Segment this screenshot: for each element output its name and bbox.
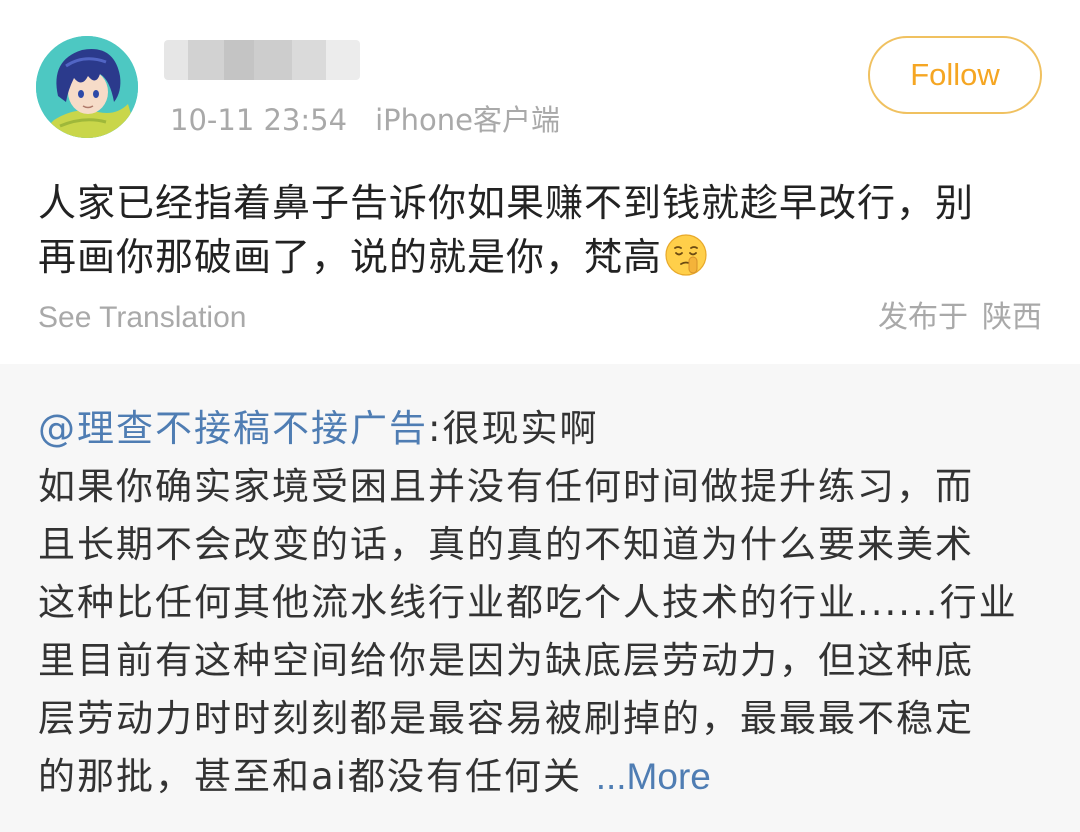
repost-text: @理查不接稿不接广告:很现实啊 如果你确实家境受困且并没有任何时间做提升练习，而…: [38, 400, 1048, 806]
post-client: iPhone客户端: [375, 103, 560, 137]
post-body-line: 再画你那破画了，说的就是你，梵高: [38, 235, 663, 279]
avatar-illustration: [36, 36, 138, 138]
location-value: 陕西: [982, 300, 1042, 335]
follow-button[interactable]: Follow: [868, 36, 1042, 114]
mention-link[interactable]: @理查不接稿不接广告: [38, 407, 428, 450]
repost-first-line: @理查不接稿不接广告:很现实啊: [38, 400, 1048, 458]
repost-last-line: 的那批，甚至和ai都没有任何关 ...More: [38, 748, 1048, 806]
repost-line: 里目前有这种空间给你是因为缺底层劳动力，但这种底: [38, 639, 974, 682]
post-location: 发布于 陕西: [878, 296, 1042, 340]
post-meta: 10-11 23:54 iPhone客户端: [170, 98, 560, 142]
post-body-line-with-emoji: 再画你那破画了，说的就是你，梵高: [38, 230, 1048, 284]
repost-line: 层劳动力时时刻刻都是最容易被刷掉的，最最最不稳定: [38, 697, 974, 740]
more-link[interactable]: ...More: [596, 756, 711, 797]
post-body-line: 人家已经指着鼻子告诉你如果赚不到钱就趁早改行，别: [38, 181, 975, 225]
location-label: 发布于: [878, 300, 968, 335]
username-redacted: [164, 40, 360, 80]
repost-line-text: :很现实啊: [428, 407, 599, 450]
repost-line: 如果你确实家境受困且并没有任何时间做提升练习，而: [38, 465, 974, 508]
quoted-repost[interactable]: @理查不接稿不接广告:很现实啊 如果你确实家境受困且并没有任何时间做提升练习，而…: [0, 364, 1080, 832]
weibo-post: 10-11 23:54 iPhone客户端 Follow 人家已经指着鼻子告诉你如…: [0, 0, 1080, 364]
post-body: 人家已经指着鼻子告诉你如果赚不到钱就趁早改行，别 再画你那破画了，说的就是你，梵…: [38, 176, 1048, 284]
repost-line-text: 的那批，甚至和ai都没有任何关: [38, 755, 596, 798]
repost-line: 且长期不会改变的话，真的真的不知道为什么要来美术: [38, 523, 974, 566]
avatar[interactable]: [36, 36, 138, 138]
see-translation-link[interactable]: See Translation: [38, 296, 246, 340]
shush-face-emoji-icon: [664, 233, 708, 277]
repost-line: 这种比任何其他流水线行业都吃个人技术的行业......行业: [38, 581, 1018, 624]
post-timestamp: 10-11 23:54: [170, 103, 348, 137]
